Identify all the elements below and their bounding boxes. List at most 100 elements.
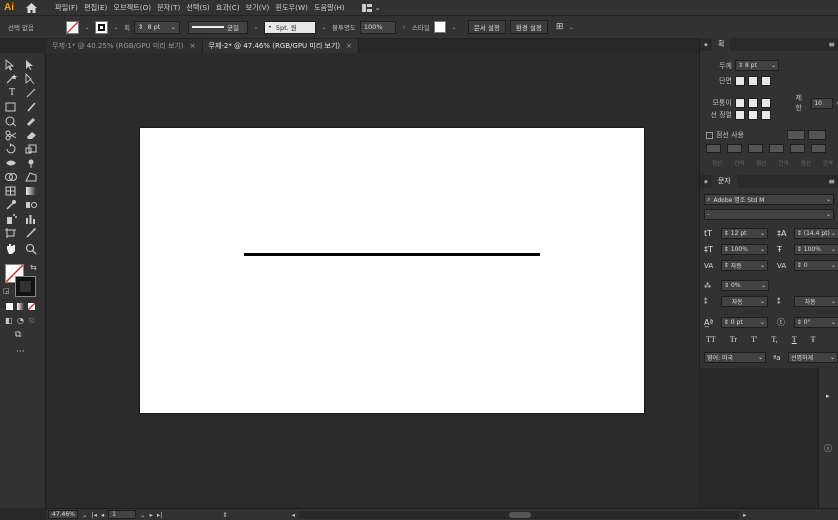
home-icon[interactable] bbox=[24, 0, 38, 15]
first-artboard-icon[interactable]: |◂ bbox=[91, 511, 96, 519]
dash-exact-icon[interactable] bbox=[787, 130, 805, 140]
brush-dropdown[interactable]: • 5pt. 원 bbox=[263, 20, 316, 34]
selection-tool-icon[interactable] bbox=[4, 59, 20, 71]
dash-field-2[interactable] bbox=[748, 144, 763, 153]
chevron-right-icon[interactable]: › bbox=[400, 24, 408, 31]
menu-edit[interactable]: 편집(E) bbox=[81, 0, 110, 15]
menu-object[interactable]: 오브젝트(O) bbox=[110, 0, 154, 15]
expand-arrow-icon[interactable]: ▸ bbox=[826, 392, 830, 400]
tab-document-1[interactable]: 무제-1* @ 40.25% (RGB/GPU 미리 보기) × bbox=[46, 39, 203, 53]
draw-inside-icon[interactable]: ⊙ bbox=[28, 316, 35, 325]
round-join-icon[interactable] bbox=[747, 98, 758, 108]
workspace-switcher[interactable]: ⌄ bbox=[361, 3, 381, 12]
gap-field-3[interactable] bbox=[811, 144, 826, 153]
screen-mode-icon[interactable]: ⧉ bbox=[15, 330, 21, 340]
hand-tool-icon[interactable] bbox=[4, 243, 20, 255]
align-inside-icon[interactable] bbox=[748, 110, 758, 120]
opacity-label[interactable]: 불투명도 bbox=[332, 22, 356, 32]
scroll-right-icon[interactable]: ▸ bbox=[743, 511, 746, 519]
horizontal-scrollbar[interactable] bbox=[299, 510, 740, 519]
small-caps-button[interactable]: Tr bbox=[730, 335, 737, 344]
style-swatch[interactable] bbox=[433, 21, 446, 33]
blend-tool-icon[interactable] bbox=[24, 199, 40, 211]
draw-behind-icon[interactable]: ◔ bbox=[17, 316, 24, 325]
miter-join-icon[interactable] bbox=[734, 98, 745, 108]
puppet-warp-icon[interactable] bbox=[24, 157, 40, 169]
leading-field[interactable]: ⇕ (14.4 pt) ⌄ bbox=[793, 228, 838, 239]
none-mode-icon[interactable] bbox=[28, 303, 35, 310]
font-size-field[interactable]: ⇕ 12 pt ⌄ bbox=[720, 228, 768, 239]
dash-field-3[interactable] bbox=[790, 144, 805, 153]
subscript-button[interactable]: T, bbox=[771, 335, 777, 344]
default-colors-icon[interactable]: ◲ bbox=[3, 287, 10, 295]
vertical-scale-field[interactable]: ⇕ 100% ⌄ bbox=[720, 244, 768, 255]
width-tool-icon[interactable] bbox=[4, 157, 20, 169]
eraser-icon[interactable] bbox=[24, 129, 40, 141]
tab-document-2[interactable]: 무제-2* @ 47.46% (RGB/GPU 미리 보기) × bbox=[202, 39, 359, 53]
chevron-down-icon[interactable]: ⌄ bbox=[82, 511, 87, 519]
eyedropper-icon[interactable] bbox=[4, 199, 20, 211]
kerning-field[interactable]: ⇕ 자동 ⌄ bbox=[720, 260, 768, 271]
aki-right-field[interactable]: 자동 ⌄ bbox=[793, 296, 838, 307]
bevel-join-icon[interactable] bbox=[760, 98, 771, 108]
panel-menu-icon[interactable]: ≡ bbox=[828, 40, 835, 49]
column-graph-icon[interactable] bbox=[24, 213, 40, 225]
style-label[interactable]: 스타일 bbox=[412, 22, 430, 32]
scale-tool-icon[interactable] bbox=[24, 143, 40, 155]
artboard[interactable] bbox=[140, 128, 644, 413]
limit-field[interactable]: 10 bbox=[811, 97, 834, 109]
aki-left-field[interactable]: 자동 ⌄ bbox=[720, 296, 768, 307]
zoom-tool-icon[interactable] bbox=[24, 243, 40, 255]
perspective-grid-icon[interactable] bbox=[24, 171, 40, 183]
font-family-dropdown[interactable]: ⌕ Adobe 명조 Std M ⌄ bbox=[704, 194, 834, 205]
shaper-tool-icon[interactable] bbox=[4, 115, 20, 127]
align-outside-icon[interactable] bbox=[761, 110, 771, 120]
paintbrush-icon[interactable] bbox=[24, 101, 40, 113]
dash-align-icon[interactable] bbox=[808, 130, 826, 140]
stroke-panel-title[interactable]: 획 bbox=[711, 38, 731, 51]
chevron-down-icon[interactable]: ⌄ bbox=[140, 511, 145, 519]
horizontal-scale-field[interactable]: ⇕ 100% ⌄ bbox=[793, 244, 838, 255]
all-caps-button[interactable]: TT bbox=[706, 335, 716, 344]
info-icon[interactable]: ⓘ bbox=[824, 443, 832, 454]
rotate-tool-icon[interactable] bbox=[4, 143, 20, 155]
round-cap-icon[interactable] bbox=[748, 76, 758, 86]
baseline-field[interactable]: ⇕ 0 pt ⌄ bbox=[720, 317, 768, 328]
weight-field[interactable]: ⇕ 8 pt ⌄ bbox=[735, 60, 779, 71]
magic-wand-icon[interactable] bbox=[4, 73, 20, 85]
stroke-line[interactable] bbox=[244, 253, 540, 256]
antialias-dropdown[interactable]: 선명하게 ⌄ bbox=[788, 352, 838, 363]
close-icon[interactable]: × bbox=[346, 42, 352, 50]
dash-field-1[interactable] bbox=[706, 144, 721, 153]
stroke-swatch[interactable] bbox=[95, 20, 108, 34]
swap-colors-icon[interactable]: ⇆ bbox=[30, 263, 37, 272]
draw-mode-icon[interactable]: ◧ bbox=[5, 316, 13, 325]
last-artboard-icon[interactable]: ▸| bbox=[157, 511, 162, 519]
document-setup-button[interactable]: 문서 설정 bbox=[467, 20, 506, 34]
gap-field-2[interactable] bbox=[769, 144, 784, 153]
underline-button[interactable]: T bbox=[792, 335, 797, 344]
menu-file[interactable]: 파일(F) bbox=[52, 0, 81, 15]
chevron-down-icon[interactable]: ⌄ bbox=[320, 24, 328, 31]
arrange-icon[interactable]: ⊞ bbox=[556, 22, 564, 32]
chevron-down-icon[interactable]: ⌄ bbox=[450, 24, 458, 31]
type-tool-icon[interactable]: T bbox=[6, 87, 18, 98]
superscript-button[interactable]: T' bbox=[751, 335, 757, 344]
artboard-field[interactable]: 1 bbox=[108, 510, 137, 519]
align-center-icon[interactable] bbox=[735, 110, 745, 120]
tracking-field[interactable]: ⇕ 0 ⌄ bbox=[793, 260, 838, 271]
chevron-down-icon[interactable]: ⌄ bbox=[567, 24, 575, 31]
color-mode-icon[interactable] bbox=[6, 303, 13, 310]
collapse-icon[interactable]: ◆ bbox=[704, 42, 708, 48]
line-tool-icon[interactable] bbox=[24, 87, 40, 99]
scrollbar-thumb[interactable] bbox=[509, 511, 532, 518]
collapse-icon[interactable]: ◆ bbox=[704, 179, 708, 185]
menu-select[interactable]: 선택(S) bbox=[183, 0, 212, 15]
status-toggle-icon[interactable]: ⇕ bbox=[222, 511, 227, 519]
butt-cap-icon[interactable] bbox=[735, 76, 745, 86]
symbol-sprayer-icon[interactable] bbox=[4, 213, 20, 225]
direct-selection-tool-icon[interactable] bbox=[24, 59, 40, 71]
profile-dropdown[interactable]: 균일 bbox=[187, 20, 248, 34]
strikethrough-button[interactable]: Ŧ bbox=[811, 335, 816, 344]
gap-field-1[interactable] bbox=[727, 144, 742, 153]
